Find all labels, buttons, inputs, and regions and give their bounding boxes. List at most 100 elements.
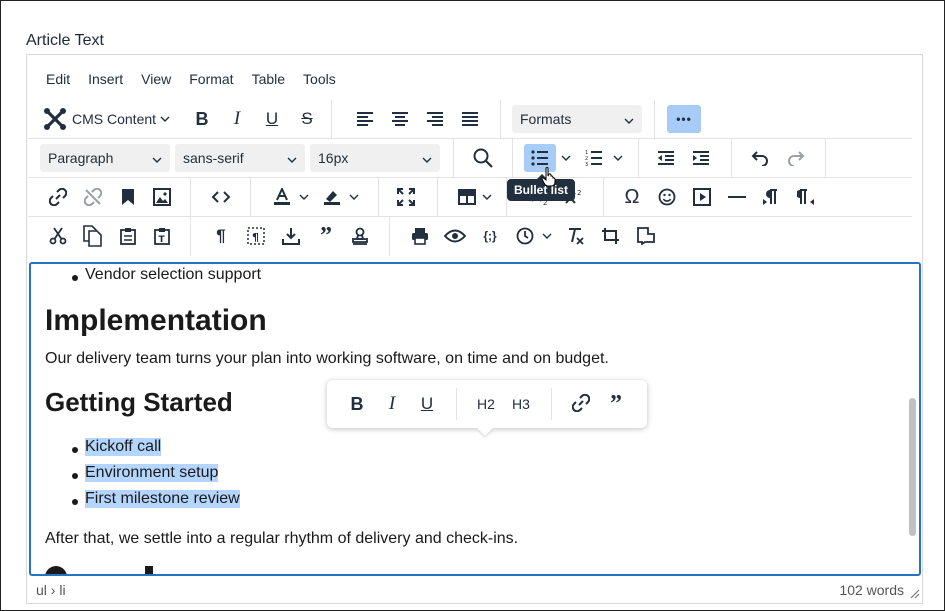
visual-blocks-button[interactable]: ¶ [242,222,270,250]
scrollbar-thumb[interactable] [909,398,916,536]
toolbar-divider [389,217,390,256]
chevron-down-icon [422,150,432,166]
resize-handle-icon[interactable] [908,586,920,599]
text-color-button[interactable] [268,183,296,211]
numbered-list-icon: 123 [585,150,603,166]
cms-content-label: CMS Content [72,111,157,127]
cms-content-button[interactable]: CMS Content [42,105,178,133]
quick-h3-button[interactable]: H3 [507,390,535,418]
word-count[interactable]: 102 words [839,582,904,598]
strikethrough-button[interactable]: S [293,105,321,133]
highlight-color-options-button[interactable] [347,183,361,211]
quick-underline-button[interactable]: U [413,390,441,418]
clear-formatting-button[interactable] [562,222,590,250]
ltr-button[interactable] [757,183,785,211]
code-sample-button[interactable]: {;} [476,222,504,250]
menu-table[interactable]: Table [243,69,294,91]
unlink-button[interactable] [79,183,107,211]
numbered-list-options-button[interactable] [610,144,626,172]
formats-dropdown[interactable]: Formats [512,105,642,133]
cut-button[interactable] [44,222,72,250]
comment-button[interactable] [632,222,660,250]
svg-text:2: 2 [577,189,581,197]
menu-tools[interactable]: Tools [294,69,345,91]
link-button[interactable] [44,183,72,211]
list-bullet [72,499,78,505]
indent-button[interactable] [687,144,715,172]
align-left-button[interactable] [351,105,379,133]
highlighter-icon [323,188,341,206]
visual-chars-button[interactable]: ¶ [207,222,235,250]
insert-template-button[interactable] [277,222,305,250]
crop-icon [601,227,621,245]
quick-bold-button[interactable]: B [343,390,371,418]
source-code-button[interactable] [207,183,235,211]
paste-text-button[interactable]: T [148,222,176,250]
emoticons-button[interactable] [653,183,681,211]
toolbar-divider [453,139,454,178]
scissors-icon [49,227,67,245]
insert-datetime-options-button[interactable] [540,222,554,250]
menu-insert[interactable]: Insert [79,69,132,91]
rtl-button[interactable] [792,183,820,211]
bold-icon: B [350,393,364,414]
quick-h2-button[interactable]: H2 [472,390,500,418]
outdent-icon [657,151,675,165]
font-family-label: sans-serif [183,150,244,166]
stamp-button[interactable] [346,222,374,250]
undo-button[interactable] [746,144,774,172]
search-replace-button[interactable] [468,144,498,172]
table-icon [458,189,476,205]
list-item: Kickoff call [85,438,162,456]
media-button[interactable] [688,183,716,211]
special-character-button[interactable]: Ω [618,183,646,211]
highlight-color-button[interactable] [318,183,346,211]
paste-button[interactable] [114,222,142,250]
blockquote-button[interactable]: ” [312,222,340,250]
italic-button[interactable]: I [223,105,251,133]
preview-button[interactable] [441,222,469,250]
image-button[interactable] [148,183,176,211]
ltr-icon [762,188,780,206]
toolbar-row-4: T ¶ ¶ ” {;} [28,217,912,256]
copy-button[interactable] [79,222,107,250]
element-path[interactable]: ul › li [36,582,66,598]
quick-blockquote-button[interactable]: ” [602,390,630,418]
outdent-button[interactable] [652,144,680,172]
italic-icon: I [233,108,241,129]
list-item: Vendor selection support [85,266,262,283]
toolbar-divider [378,178,379,217]
toolbar-divider [512,139,513,178]
align-right-button[interactable] [421,105,449,133]
underline-button[interactable]: U [258,105,286,133]
table-options-button[interactable] [480,183,494,211]
block-format-dropdown[interactable]: Paragraph [40,144,170,172]
fullscreen-button[interactable] [392,183,420,211]
menu-view[interactable]: View [132,69,180,91]
font-family-dropdown[interactable]: sans-serif [175,144,305,172]
text-color-options-button[interactable] [297,183,311,211]
toolbar-divider [654,100,655,139]
font-size-dropdown[interactable]: 16px [310,144,440,172]
field-label: Article Text [26,32,104,49]
more-toolbar-button[interactable]: ••• [667,105,701,133]
crop-button[interactable] [597,222,625,250]
bookmark-button[interactable] [114,183,142,211]
print-button[interactable] [406,222,434,250]
redo-button[interactable] [782,144,810,172]
quick-link-button[interactable] [567,390,595,418]
align-center-button[interactable] [386,105,414,133]
align-justify-button[interactable] [456,105,484,133]
insert-datetime-button[interactable] [511,222,539,250]
numbered-list-button[interactable]: 123 [580,144,608,172]
horizontal-line-button[interactable] [723,183,751,211]
bullet-list-options-button[interactable] [558,144,574,172]
quick-italic-button[interactable]: I [378,390,406,418]
table-button[interactable] [453,183,481,211]
rtl-icon [797,188,815,206]
menu-edit[interactable]: Edit [37,69,79,91]
link-icon [49,188,67,206]
menu-format[interactable]: Format [180,69,242,91]
toolbar-divider [250,178,251,217]
bold-button[interactable]: B [188,105,216,133]
